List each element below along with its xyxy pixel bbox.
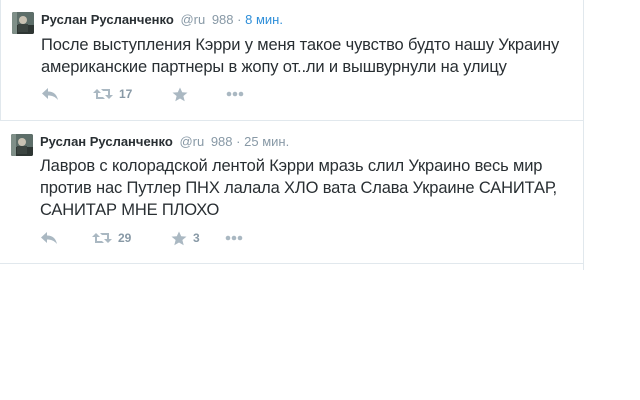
star-icon xyxy=(172,87,188,101)
tweet-timestamp[interactable]: 25 мин. xyxy=(244,134,289,149)
avatar-image xyxy=(12,12,34,34)
timeline: Руслан Русланченко @ru 988 · 8 мин. Посл… xyxy=(0,0,584,270)
author-name[interactable]: Руслан Русланченко xyxy=(40,134,173,149)
tweet-actions: 29 3 xyxy=(40,228,340,248)
tweet[interactable]: Руслан Русланченко @ru 988 · 25 мин. Лав… xyxy=(0,121,583,264)
favorite-count: 3 xyxy=(193,231,200,245)
tweet-timestamp[interactable]: 8 мин. xyxy=(245,12,283,27)
reply-button[interactable] xyxy=(41,84,59,104)
retweet-icon xyxy=(93,89,113,99)
retweet-count: 17 xyxy=(119,87,133,101)
more-button[interactable] xyxy=(225,228,243,248)
follower-count: 988 xyxy=(210,134,233,149)
retweet-count: 29 xyxy=(118,231,132,245)
separator-dot: · xyxy=(236,134,241,149)
avatar[interactable] xyxy=(12,12,34,34)
reply-button[interactable] xyxy=(40,228,58,248)
tweet-actions: 17 xyxy=(41,84,341,104)
tweet-text: Лавров с колорадской лентой Кэрри мразь … xyxy=(40,157,557,219)
author-name[interactable]: Руслан Русланченко xyxy=(41,12,174,27)
more-button[interactable] xyxy=(226,84,244,104)
favorite-button[interactable]: 3 xyxy=(171,228,200,248)
retweet-icon xyxy=(92,233,112,243)
star-icon xyxy=(171,231,187,245)
avatar[interactable] xyxy=(11,134,33,156)
favorite-button[interactable] xyxy=(172,84,194,104)
tweet[interactable]: Руслан Русланченко @ru 988 · 8 мин. Посл… xyxy=(0,0,583,121)
reply-icon xyxy=(42,88,58,100)
retweet-button[interactable]: 29 xyxy=(92,228,131,248)
tweet-header: Руслан Русланченко @ru 988 · 25 мин. xyxy=(40,134,289,150)
separator-dot: · xyxy=(237,12,242,27)
follower-count: 988 xyxy=(211,12,234,27)
more-icon xyxy=(226,91,244,97)
author-handle[interactable]: @ru xyxy=(179,134,204,149)
reply-icon xyxy=(41,232,57,244)
more-icon xyxy=(225,235,243,241)
author-handle[interactable]: @ru xyxy=(180,12,205,27)
tweet-text: После выступления Кэрри у меня такое чув… xyxy=(41,36,560,76)
retweet-button[interactable]: 17 xyxy=(93,84,132,104)
tweet-header: Руслан Русланченко @ru 988 · 8 мин. xyxy=(41,12,283,28)
avatar-image xyxy=(11,134,33,156)
